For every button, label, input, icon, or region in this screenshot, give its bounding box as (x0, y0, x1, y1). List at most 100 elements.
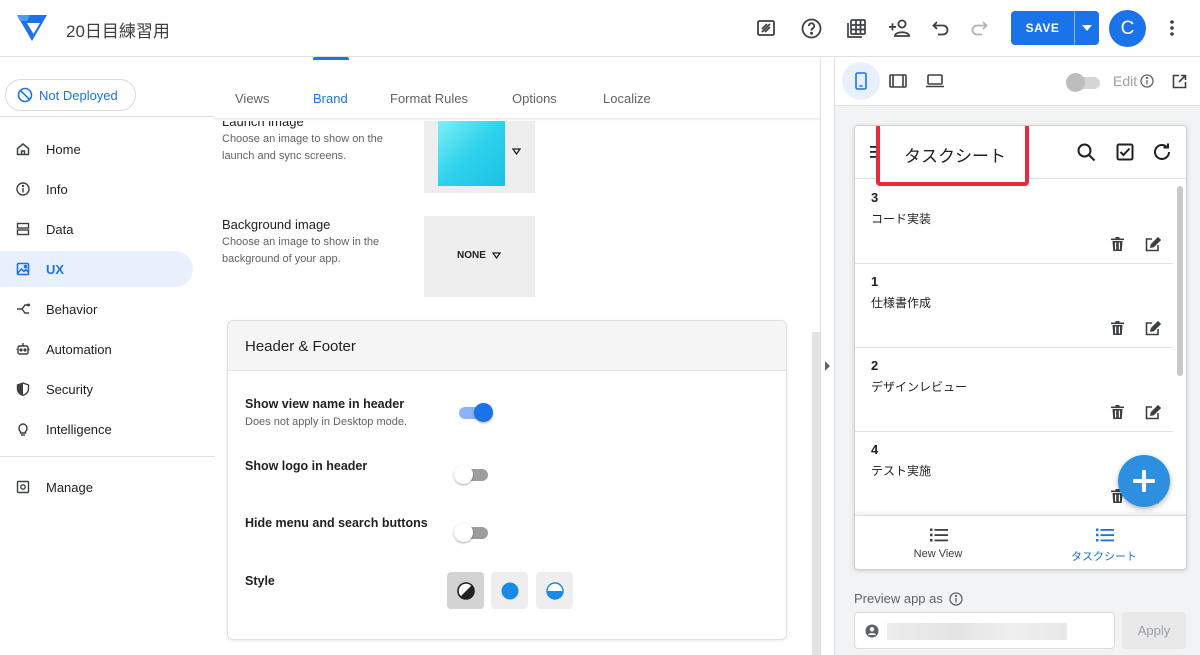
table-icon[interactable] (844, 16, 868, 40)
header-footer-title: Header & Footer (245, 338, 356, 355)
style-option-half[interactable] (536, 572, 573, 609)
background-image-description: Choose an image to show in the backgroun… (222, 236, 380, 265)
phone-icon (855, 72, 867, 90)
list-icon (930, 528, 948, 542)
help-icon[interactable] (799, 16, 823, 40)
edit-label: Edit (1113, 73, 1138, 89)
list-item[interactable]: 3 コード実装 (855, 180, 1173, 264)
hide-menu-search-toggle[interactable] (454, 522, 490, 542)
sidebar-item-label: Intelligence (46, 421, 112, 437)
task-name: コード実装 (871, 212, 932, 226)
sidebar-item-automation[interactable]: Automation (0, 331, 193, 367)
appsheet-logo[interactable] (16, 14, 48, 47)
account-icon (865, 624, 879, 638)
tab-format-rules[interactable]: Format Rules (390, 91, 468, 106)
chevron-down-icon (491, 252, 501, 259)
task-number: 2 (871, 358, 879, 373)
list-icon (1096, 528, 1114, 542)
delete-icon[interactable] (1111, 321, 1124, 335)
deploy-status-label: Not Deployed (39, 87, 118, 103)
info-icon[interactable] (1140, 74, 1154, 88)
top-bar: 20日目練習用 SAVE C (0, 0, 1200, 57)
launch-image-thumbnail (438, 119, 505, 186)
edit-mode-toggle[interactable] (1066, 72, 1102, 92)
sidebar-item-info[interactable]: Info (0, 171, 193, 207)
sidebar-item-security[interactable]: Security (0, 371, 193, 407)
header-footer-card: Header & Footer Show view name in header… (227, 320, 787, 640)
sidebar-item-data[interactable]: Data (0, 211, 193, 247)
background-image-select[interactable]: NONE (457, 250, 501, 261)
sidebar-item-manage[interactable]: Manage (0, 469, 193, 505)
redo-icon[interactable] (967, 16, 991, 40)
active-nav-indicator (1072, 569, 1116, 570)
edit-icon[interactable] (1145, 321, 1161, 336)
panel-divider[interactable] (820, 58, 835, 655)
bottom-nav-label: タスクシート (1071, 551, 1137, 563)
bottom-nav-new-view[interactable]: New View (855, 516, 1021, 569)
data-icon (16, 222, 30, 236)
delete-icon[interactable] (1111, 237, 1124, 251)
sidebar-item-home[interactable]: Home (0, 131, 193, 167)
task-number: 4 (871, 442, 879, 457)
apply-button[interactable]: Apply (1122, 612, 1186, 649)
bottom-nav-task-sheet[interactable]: タスクシート (1021, 516, 1186, 570)
save-button[interactable]: SAVE (1011, 11, 1099, 45)
select-checkbox-icon[interactable] (1116, 143, 1134, 161)
half-circle-icon (545, 581, 564, 600)
ux-tabs: Views Brand Format Rules Options Localiz… (215, 58, 820, 118)
style-option-contrast[interactable] (447, 572, 484, 609)
collapse-chevron-icon[interactable] (824, 361, 831, 371)
preview-scrollbar[interactable] (1177, 186, 1183, 376)
mobile-device-button[interactable] (842, 62, 880, 100)
preview-user-input[interactable] (854, 612, 1115, 649)
edit-icon[interactable] (1145, 405, 1161, 420)
security-icon (16, 382, 30, 396)
deploy-status-chip[interactable]: Not Deployed (5, 79, 136, 111)
more-vert-icon[interactable] (1162, 16, 1182, 40)
sidebar-item-label: Data (46, 221, 74, 237)
edit-icon[interactable] (1145, 237, 1161, 252)
ux-icon (16, 262, 30, 276)
refresh-icon[interactable] (1152, 142, 1172, 162)
tab-options[interactable]: Options (512, 91, 557, 106)
tab-brand[interactable]: Brand (313, 91, 348, 106)
tab-localize[interactable]: Localize (603, 91, 651, 106)
avatar[interactable]: C (1109, 10, 1146, 47)
delete-icon[interactable] (1111, 405, 1124, 419)
save-options-chevron-icon[interactable] (1075, 11, 1099, 45)
sidebar-divider (0, 116, 215, 117)
sidebar-item-intelligence[interactable]: Intelligence (0, 411, 193, 447)
search-icon[interactable] (1077, 143, 1096, 162)
tab-views[interactable]: Views (235, 91, 269, 106)
chevron-down-icon (512, 148, 521, 155)
sidebar-item-ux[interactable]: UX (0, 251, 193, 287)
info-icon (16, 182, 30, 196)
info-icon[interactable] (949, 591, 963, 606)
undo-icon[interactable] (929, 16, 953, 40)
tablet-icon (889, 74, 907, 88)
style-label: Style (245, 574, 275, 588)
show-logo-toggle[interactable] (454, 464, 490, 484)
task-name: デザインレビュー (871, 380, 968, 394)
style-option-solid[interactable] (491, 572, 528, 609)
preview-toolbar: Edit (835, 58, 1200, 106)
preview-as-label: Preview app as (854, 591, 943, 606)
desktop-device-button[interactable] (916, 62, 954, 100)
task-number: 3 (871, 190, 879, 205)
save-button-label: SAVE (1025, 21, 1060, 35)
background-image-picker[interactable]: NONE (424, 216, 535, 297)
tablet-device-button[interactable] (879, 62, 917, 100)
content-scrollbar[interactable] (812, 332, 820, 655)
frame-icon[interactable] (754, 16, 778, 40)
add-user-icon[interactable] (887, 16, 913, 40)
add-fab-button[interactable] (1118, 455, 1170, 507)
show-logo-label: Show logo in header (245, 459, 368, 473)
app-title: 20日目練習用 (66, 22, 170, 41)
list-item[interactable]: 2 デザインレビュー (855, 348, 1173, 432)
show-view-name-toggle[interactable] (457, 402, 493, 422)
task-name: 仕様書作成 (871, 296, 932, 310)
launch-image-picker[interactable] (424, 116, 535, 193)
list-item[interactable]: 1 仕様書作成 (855, 264, 1173, 348)
open-in-new-icon[interactable] (1172, 74, 1187, 89)
sidebar-item-behavior[interactable]: Behavior (0, 291, 193, 327)
